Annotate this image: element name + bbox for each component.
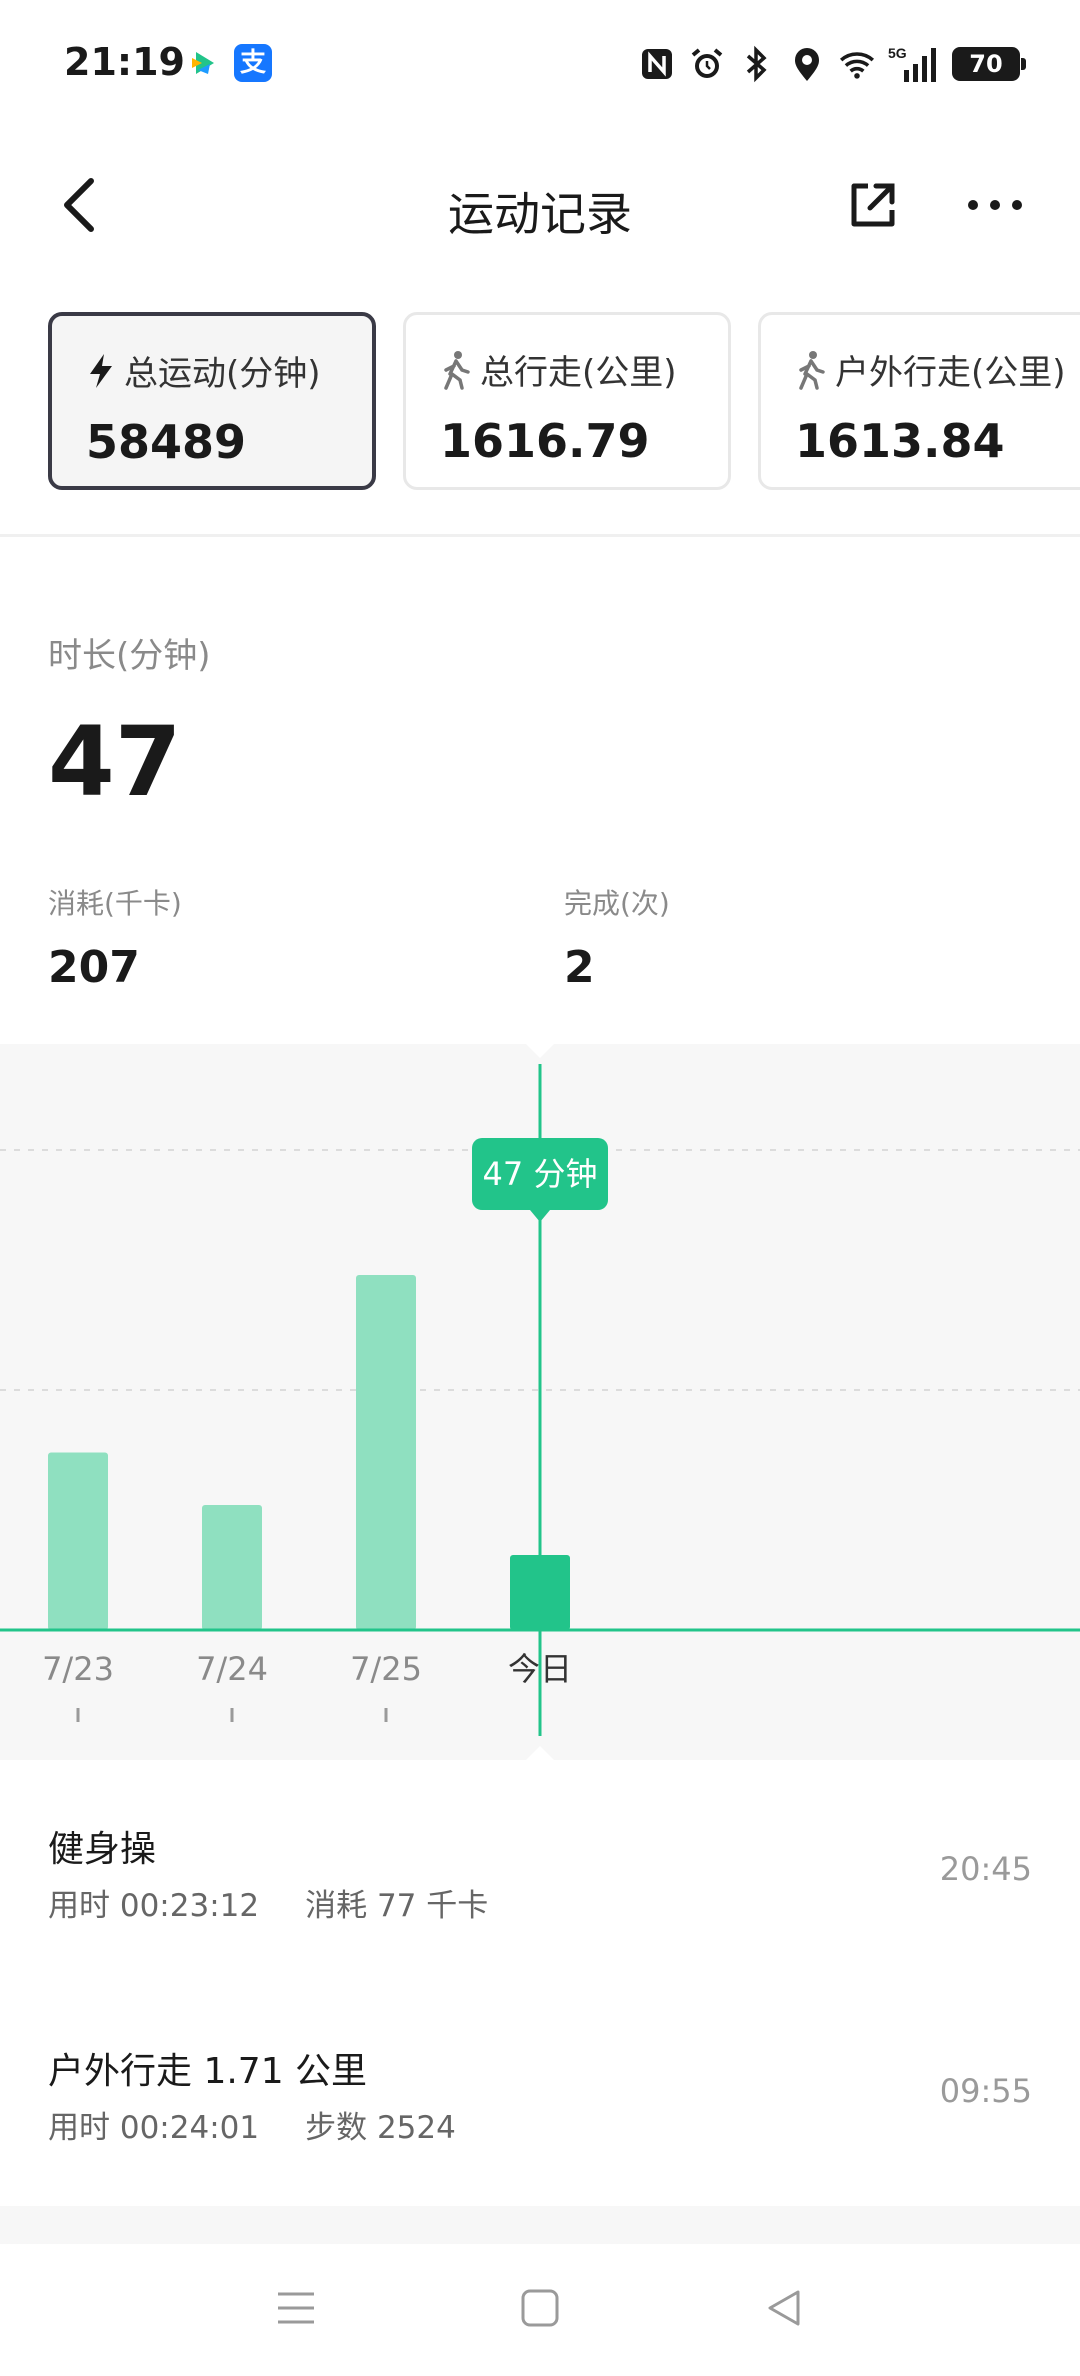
chart-tick-label: 7/23 — [42, 1650, 114, 1688]
share-button[interactable] — [838, 170, 908, 240]
chart-bar — [202, 1505, 262, 1630]
chart-bar — [48, 1452, 108, 1630]
nfc-icon — [638, 44, 676, 84]
nav-home-button[interactable] — [500, 2268, 580, 2348]
alipay-icon: 支 — [234, 44, 272, 82]
status-time: 21:19 — [64, 40, 185, 84]
home-icon — [521, 2289, 559, 2327]
record-duration: 用时 00:24:01 — [48, 2110, 260, 2146]
status-bar: 21:19 支 5G 70 — [0, 0, 1080, 130]
alarm-icon — [688, 44, 726, 84]
chart-tick-label: 7/24 — [196, 1650, 268, 1688]
record-extra: 步数 2524 — [305, 2110, 456, 2146]
system-nav-bar — [0, 2244, 1080, 2376]
page-title: 运动记录 — [448, 187, 632, 241]
card-label: 户外行走(公里) — [835, 353, 1066, 393]
chart-bar — [356, 1275, 416, 1630]
card-total-walk[interactable]: 总行走(公里) 1616.79 — [403, 312, 731, 490]
completed-label: 完成(次) — [564, 887, 670, 920]
list-item[interactable]: 健身操 用时 00:23:12 消耗 77 千卡 20:45 — [0, 1820, 1080, 2000]
card-label: 总运动(分钟) — [124, 354, 321, 394]
more-dots-icon — [968, 200, 1022, 210]
wifi-icon — [838, 44, 876, 84]
duration-label: 时长(分钟) — [48, 636, 211, 676]
card-value: 1613.84 — [795, 414, 1005, 468]
chart-tooltip: 47 分钟 — [472, 1138, 608, 1210]
list-end-band — [0, 2206, 1080, 2244]
completed-value: 2 — [564, 942, 595, 993]
signal-5g-icon: 5G — [888, 44, 940, 84]
menu-icon — [278, 2292, 314, 2324]
chart-tick-label: 7/25 — [350, 1650, 422, 1688]
card-value: 1616.79 — [440, 414, 650, 468]
calories-label: 消耗(千卡) — [48, 887, 182, 920]
divider — [0, 534, 1080, 537]
share-icon — [851, 183, 895, 227]
daily-duration-chart[interactable]: 7/23 7/24 7/25 今日 47 分钟 — [0, 1044, 1080, 1760]
record-duration: 用时 00:23:12 — [48, 1888, 260, 1924]
record-time: 09:55 — [939, 2072, 1032, 2110]
lightning-icon — [90, 353, 112, 388]
location-icon — [788, 44, 826, 84]
card-value: 58489 — [86, 415, 247, 469]
walking-icon — [799, 350, 825, 390]
svg-text:5G: 5G — [888, 45, 907, 61]
back-triangle-icon — [768, 2290, 800, 2326]
calories-value: 207 — [48, 942, 140, 993]
card-total-exercise[interactable]: 总运动(分钟) 58489 — [48, 312, 376, 490]
summary-cards: 总运动(分钟) 58489 总行走(公里) 1616.79 户外行走(公里) 1… — [0, 312, 1080, 492]
bluetooth-icon — [738, 44, 776, 84]
nav-back-button[interactable] — [744, 2268, 824, 2348]
record-time: 20:45 — [939, 1850, 1032, 1888]
app-header: 运动记录 — [0, 150, 1080, 260]
walking-icon — [444, 350, 470, 390]
card-outdoor-walk[interactable]: 户外行走(公里) 1613.84 — [758, 312, 1080, 490]
record-extra: 消耗 77 千卡 — [305, 1888, 489, 1924]
more-options-button[interactable] — [960, 170, 1030, 240]
battery-indicator: 70 — [952, 47, 1026, 81]
status-icons: 5G 70 — [638, 42, 1026, 86]
record-title: 户外行走 1.71 公里 — [48, 2051, 368, 2092]
video-app-icon — [184, 44, 222, 82]
nav-menu-button[interactable] — [256, 2268, 336, 2348]
card-label: 总行走(公里) — [480, 353, 677, 393]
duration-value: 47 — [48, 706, 182, 818]
list-item[interactable]: 户外行走 1.71 公里 用时 00:24:01 步数 2524 09:55 — [0, 2042, 1080, 2222]
record-title: 健身操 — [48, 1829, 157, 1870]
